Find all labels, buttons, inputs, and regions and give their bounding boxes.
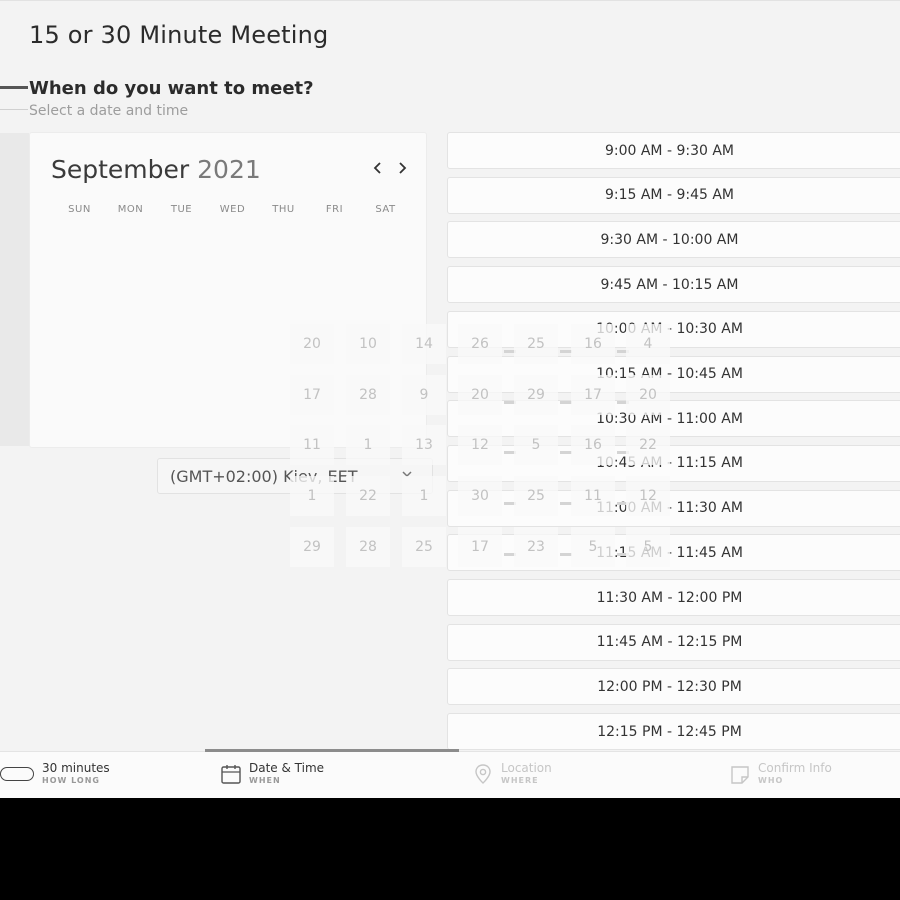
note-icon xyxy=(731,766,749,784)
date-cell[interactable]: 25 xyxy=(514,324,558,364)
weekday-mon: MON xyxy=(117,204,144,215)
previous-month-button[interactable] xyxy=(370,160,386,179)
left-panel-strip xyxy=(0,133,29,446)
weekday-thu: THU xyxy=(272,204,295,215)
date-cell[interactable]: 29 xyxy=(514,375,558,415)
chevron-left-icon xyxy=(373,162,381,174)
date-cell[interactable]: 16 xyxy=(571,425,615,465)
date-cell[interactable]: 20 xyxy=(458,375,502,415)
step-sublabel: WHO xyxy=(758,776,784,785)
weekday-sun: SUN xyxy=(68,204,91,215)
weekday-tue: TUE xyxy=(170,204,193,215)
weekday-wed: WED xyxy=(219,204,246,215)
date-cell[interactable]: 13 xyxy=(402,425,446,465)
date-cell[interactable]: 28 xyxy=(346,375,390,415)
step-label: Location xyxy=(501,761,552,775)
date-cell[interactable]: 16 xyxy=(571,324,615,364)
date-cell[interactable]: 11 xyxy=(571,476,615,516)
date-cell[interactable]: 20 xyxy=(626,375,670,415)
date-cell[interactable]: 17 xyxy=(290,375,334,415)
date-cell[interactable]: 25 xyxy=(402,527,446,567)
date-cell[interactable]: 17 xyxy=(571,375,615,415)
edge-divider xyxy=(0,86,28,89)
step-sublabel: HOW LONG xyxy=(42,776,100,785)
date-cell[interactable]: 9 xyxy=(402,375,446,415)
date-cell[interactable]: 23 xyxy=(514,527,558,567)
step-location[interactable]: Location WHERE xyxy=(472,761,552,787)
scheduler-app: 15 or 30 Minute Meeting When do you want… xyxy=(0,0,900,798)
edge-divider-thin xyxy=(0,109,28,110)
date-cell[interactable]: 14 xyxy=(402,324,446,364)
time-slot-button[interactable]: 12:15 PM - 12:45 PM xyxy=(447,713,900,751)
step-confirm-info[interactable]: Confirm Info WHO xyxy=(729,761,832,787)
date-cell[interactable]: 22 xyxy=(626,425,670,465)
weekday-sat: SAT xyxy=(375,204,396,215)
date-cell[interactable]: 22 xyxy=(346,476,390,516)
date-cell[interactable]: 26 xyxy=(458,324,502,364)
step-navigation: 30 minutes HOW LONG Date & Time WHEN Loc… xyxy=(0,749,900,798)
chevron-right-icon xyxy=(399,162,407,174)
date-cell[interactable]: 20 xyxy=(290,324,334,364)
time-slot-button[interactable]: 11:30 AM - 12:00 PM xyxy=(447,579,900,616)
section-subtitle: Select a date and time xyxy=(29,103,189,119)
date-cell[interactable]: 25 xyxy=(514,476,558,516)
calendar-month-year: September 2021 xyxy=(51,155,261,184)
time-slot-button[interactable]: 12:00 PM - 12:30 PM xyxy=(447,668,900,706)
time-slot-button[interactable]: 9:00 AM - 9:30 AM xyxy=(447,132,900,169)
date-cell[interactable]: 5 xyxy=(626,527,670,567)
date-cell[interactable]: 29 xyxy=(290,527,334,567)
calendar-icon xyxy=(221,765,241,784)
time-slot-button[interactable]: 9:45 AM - 10:15 AM xyxy=(447,266,900,304)
step-sublabel: WHERE xyxy=(501,776,539,785)
step-date-time[interactable]: Date & Time WHEN xyxy=(220,761,324,787)
date-cell[interactable]: 11 xyxy=(290,425,334,465)
date-grid-overlay: 20 10 14 26 25 16 4 17 28 9 20 29 17 20 11 1 13 12 5 16 22 1 2… xyxy=(290,324,674,568)
duration-pill-icon xyxy=(0,767,34,781)
weekday-header: SUN MON TUE WED THU FRI SAT xyxy=(54,204,411,215)
page-title: 15 or 30 Minute Meeting xyxy=(29,21,329,49)
next-month-button[interactable] xyxy=(394,160,410,179)
date-cell[interactable]: 12 xyxy=(458,425,502,465)
date-cell[interactable]: 5 xyxy=(571,527,615,567)
time-slot-button[interactable]: 9:15 AM - 9:45 AM xyxy=(447,176,900,214)
date-cell[interactable]: 5 xyxy=(514,425,558,465)
weekday-fri: FRI xyxy=(325,204,344,215)
date-cell[interactable]: 12 xyxy=(626,476,670,516)
time-slot-button[interactable]: 9:30 AM - 10:00 AM xyxy=(447,221,900,259)
date-cell[interactable]: 1 xyxy=(290,476,334,516)
section-title: When do you want to meet? xyxy=(29,78,314,99)
date-cell[interactable]: 1 xyxy=(402,476,446,516)
step-how-long[interactable]: 30 minutes HOW LONG xyxy=(0,761,110,787)
date-cell[interactable]: 28 xyxy=(346,527,390,567)
time-slot-button[interactable]: 11:45 AM - 12:15 PM xyxy=(447,623,900,661)
calendar-year: 2021 xyxy=(197,155,261,184)
date-cell[interactable]: 1 xyxy=(346,425,390,465)
step-label: Date & Time xyxy=(249,761,325,775)
date-cell[interactable]: 4 xyxy=(626,324,670,364)
calendar-month: September xyxy=(51,155,190,184)
date-cell[interactable]: 17 xyxy=(458,527,502,567)
step-label: 30 minutes xyxy=(42,761,110,775)
date-cell[interactable]: 30 xyxy=(458,476,502,516)
step-sublabel: WHEN xyxy=(249,776,281,785)
location-pin-icon xyxy=(475,764,491,784)
date-cell[interactable]: 10 xyxy=(346,324,390,364)
step-label: Confirm Info xyxy=(758,761,832,775)
step-progress-indicator xyxy=(205,749,459,752)
